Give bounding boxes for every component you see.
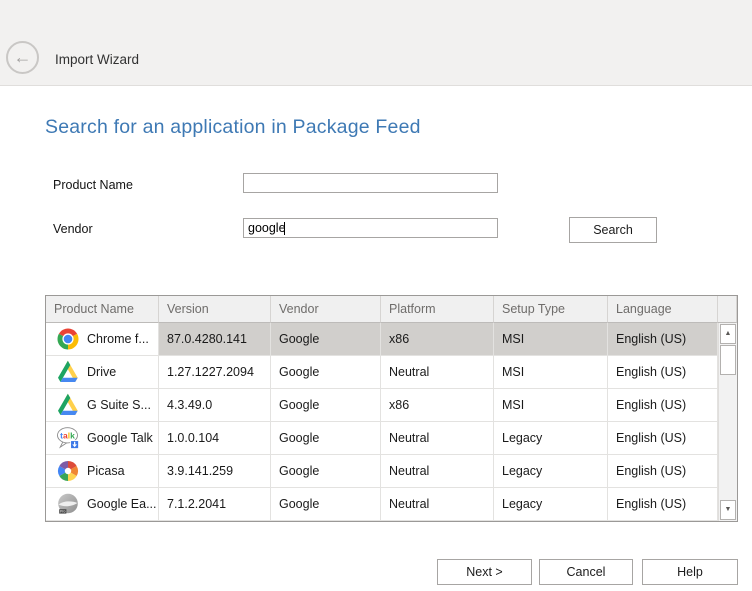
table-row[interactable]: G Suite S... 4.3.49.0 Google x86 MSI Eng… (46, 389, 737, 422)
scrollbar-thumb[interactable] (720, 345, 736, 375)
cell-setup-type[interactable]: MSI (494, 323, 608, 356)
cell-version[interactable]: 7.1.2.2041 (159, 488, 271, 521)
product-name-text: Chrome f... (87, 332, 149, 346)
cell-vendor[interactable]: Google (271, 389, 381, 422)
table-row[interactable]: Pro Google Ea... 7.1.2.2041 Google Neutr… (46, 488, 737, 521)
product-name-text: Drive (87, 365, 116, 379)
scroll-up-icon[interactable]: ▲ (720, 324, 736, 344)
cell-vendor[interactable]: Google (271, 356, 381, 389)
cell-platform[interactable]: Neutral (381, 488, 494, 521)
help-button[interactable]: Help (642, 559, 738, 585)
cell-platform[interactable]: Neutral (381, 455, 494, 488)
table-row[interactable]: Picasa 3.9.141.259 Google Neutral Legacy… (46, 455, 737, 488)
cell-vendor[interactable]: Google (271, 323, 381, 356)
cell-setup-type[interactable]: MSI (494, 389, 608, 422)
chrome-icon (56, 327, 80, 351)
results-table: Product Name Version Vendor Platform Set… (45, 295, 738, 522)
scroll-down-icon[interactable]: ▼ (720, 500, 736, 520)
cell-product-name[interactable]: G Suite S... (46, 389, 159, 422)
google-drive-icon (56, 393, 80, 417)
table-header-row: Product Name Version Vendor Platform Set… (46, 296, 737, 323)
cell-vendor[interactable]: Google (271, 455, 381, 488)
column-header-version[interactable]: Version (159, 296, 271, 323)
cell-product-name[interactable]: Pro Google Ea... (46, 488, 159, 521)
product-name-text: G Suite S... (87, 398, 151, 412)
cell-language[interactable]: English (US) (608, 356, 718, 389)
back-button[interactable]: ← (6, 41, 39, 74)
cell-language[interactable]: English (US) (608, 323, 718, 356)
table-row[interactable]: Chrome f... 87.0.4280.141 Google x86 MSI… (46, 323, 737, 356)
google-earth-icon: Pro (56, 492, 80, 516)
cancel-button[interactable]: Cancel (539, 559, 633, 585)
product-name-text: Google Talk (87, 431, 153, 445)
cell-setup-type[interactable]: Legacy (494, 488, 608, 521)
cell-version[interactable]: 3.9.141.259 (159, 455, 271, 488)
cell-platform[interactable]: x86 (381, 389, 494, 422)
table-row[interactable]: Drive 1.27.1227.2094 Google Neutral MSI … (46, 356, 737, 389)
cell-product-name[interactable]: Picasa (46, 455, 159, 488)
cell-setup-type[interactable]: Legacy (494, 455, 608, 488)
cell-version[interactable]: 1.27.1227.2094 (159, 356, 271, 389)
cell-language[interactable]: English (US) (608, 488, 718, 521)
column-header-language[interactable]: Language (608, 296, 718, 323)
text-caret (284, 222, 285, 235)
table-row[interactable]: talk Google Talk 1.0.0.104 Google Neutra… (46, 422, 737, 455)
google-talk-icon: talk (56, 426, 80, 450)
cell-language[interactable]: English (US) (608, 455, 718, 488)
wizard-header-band: ← Import Wizard (0, 0, 752, 86)
cell-version[interactable]: 1.0.0.104 (159, 422, 271, 455)
product-name-text: Google Ea... (87, 497, 157, 511)
cell-platform[interactable]: Neutral (381, 422, 494, 455)
cell-language[interactable]: English (US) (608, 422, 718, 455)
product-name-input[interactable] (243, 173, 498, 193)
wizard-title: Import Wizard (55, 52, 139, 67)
vendor-input[interactable] (243, 218, 498, 238)
cell-vendor[interactable]: Google (271, 422, 381, 455)
search-button[interactable]: Search (569, 217, 657, 243)
next-button[interactable]: Next > (437, 559, 532, 585)
product-name-text: Picasa (87, 464, 125, 478)
product-name-label: Product Name (53, 178, 133, 192)
vertical-scrollbar[interactable]: ▲ ▼ (718, 323, 737, 521)
column-header-platform[interactable]: Platform (381, 296, 494, 323)
cell-product-name[interactable]: talk Google Talk (46, 422, 159, 455)
back-arrow-icon: ← (14, 47, 32, 67)
google-drive-icon (56, 360, 80, 384)
picasa-icon (56, 459, 80, 483)
cell-version[interactable]: 4.3.49.0 (159, 389, 271, 422)
vendor-label: Vendor (53, 222, 93, 236)
column-header-product-name[interactable]: Product Name (46, 296, 159, 323)
cell-platform[interactable]: x86 (381, 323, 494, 356)
cell-version[interactable]: 87.0.4280.141 (159, 323, 271, 356)
cell-setup-type[interactable]: MSI (494, 356, 608, 389)
cell-product-name[interactable]: Drive (46, 356, 159, 389)
cell-setup-type[interactable]: Legacy (494, 422, 608, 455)
column-header-spacer (718, 296, 737, 323)
page-title: Search for an application in Package Fee… (45, 116, 421, 139)
svg-text:talk: talk (60, 430, 75, 440)
column-header-vendor[interactable]: Vendor (271, 296, 381, 323)
column-header-setup-type[interactable]: Setup Type (494, 296, 608, 323)
cell-platform[interactable]: Neutral (381, 356, 494, 389)
svg-text:Pro: Pro (60, 510, 65, 514)
cell-product-name[interactable]: Chrome f... (46, 323, 159, 356)
cell-vendor[interactable]: Google (271, 488, 381, 521)
cell-language[interactable]: English (US) (608, 389, 718, 422)
